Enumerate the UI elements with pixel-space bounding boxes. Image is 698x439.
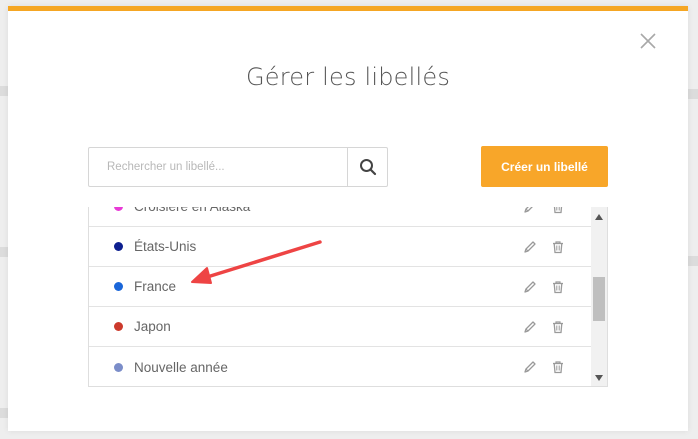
background-element (688, 89, 698, 99)
pencil-icon[interactable] (523, 280, 537, 294)
label-color-dot (114, 282, 123, 291)
background-element (688, 256, 698, 266)
trash-icon[interactable] (551, 280, 565, 294)
label-color-dot (114, 362, 123, 372)
create-label-button[interactable]: Créer un libellé (481, 146, 608, 187)
label-row: France (89, 267, 593, 307)
modal-title: Gérer les libellés (245, 63, 451, 91)
scroll-down-button[interactable] (591, 370, 607, 386)
label-actions (523, 240, 565, 254)
label-name: Croisière en Alaska (134, 207, 523, 214)
label-color-dot (114, 242, 123, 251)
trash-icon[interactable] (551, 360, 565, 374)
pencil-icon[interactable] (523, 360, 537, 374)
labels-list: Croisière en Alaska États-Unis France Japon… (88, 207, 608, 387)
scroll-up-button[interactable] (591, 209, 607, 225)
close-button[interactable] (638, 31, 658, 51)
label-row: Nouvelle année (89, 347, 593, 386)
search-input[interactable] (89, 148, 347, 186)
label-name: France (134, 279, 177, 294)
label-name: États-Unis (134, 239, 197, 254)
scroll-up-arrow-icon (595, 214, 603, 220)
pencil-icon[interactable] (523, 207, 537, 214)
close-icon (640, 33, 656, 49)
search-button[interactable] (347, 148, 387, 186)
pencil-icon[interactable] (523, 320, 537, 334)
trash-icon[interactable] (551, 240, 565, 254)
label-color-dot (114, 207, 123, 211)
label-actions (523, 320, 565, 334)
pencil-icon[interactable] (523, 240, 537, 254)
label-actions (523, 360, 565, 374)
search-icon (359, 159, 376, 176)
scrollbar-thumb[interactable] (593, 277, 605, 321)
search-box (88, 147, 388, 187)
label-row: États-Unis (89, 227, 593, 267)
label-color-dot (114, 322, 123, 331)
label-name: Japon (134, 319, 171, 334)
trash-icon[interactable] (551, 320, 565, 334)
label-actions (523, 207, 565, 214)
label-actions (523, 280, 565, 294)
label-row: Japon (89, 307, 593, 347)
manage-labels-modal: Gérer les libellés Créer un libellé Croi… (8, 6, 688, 431)
trash-icon[interactable] (551, 207, 565, 214)
label-name: Nouvelle année (134, 359, 228, 375)
scroll-down-arrow-icon (595, 375, 603, 381)
scrollbar[interactable] (591, 207, 607, 386)
label-row: Croisière en Alaska (89, 207, 593, 227)
labels-list-items: Croisière en Alaska États-Unis France Japon… (89, 207, 593, 386)
